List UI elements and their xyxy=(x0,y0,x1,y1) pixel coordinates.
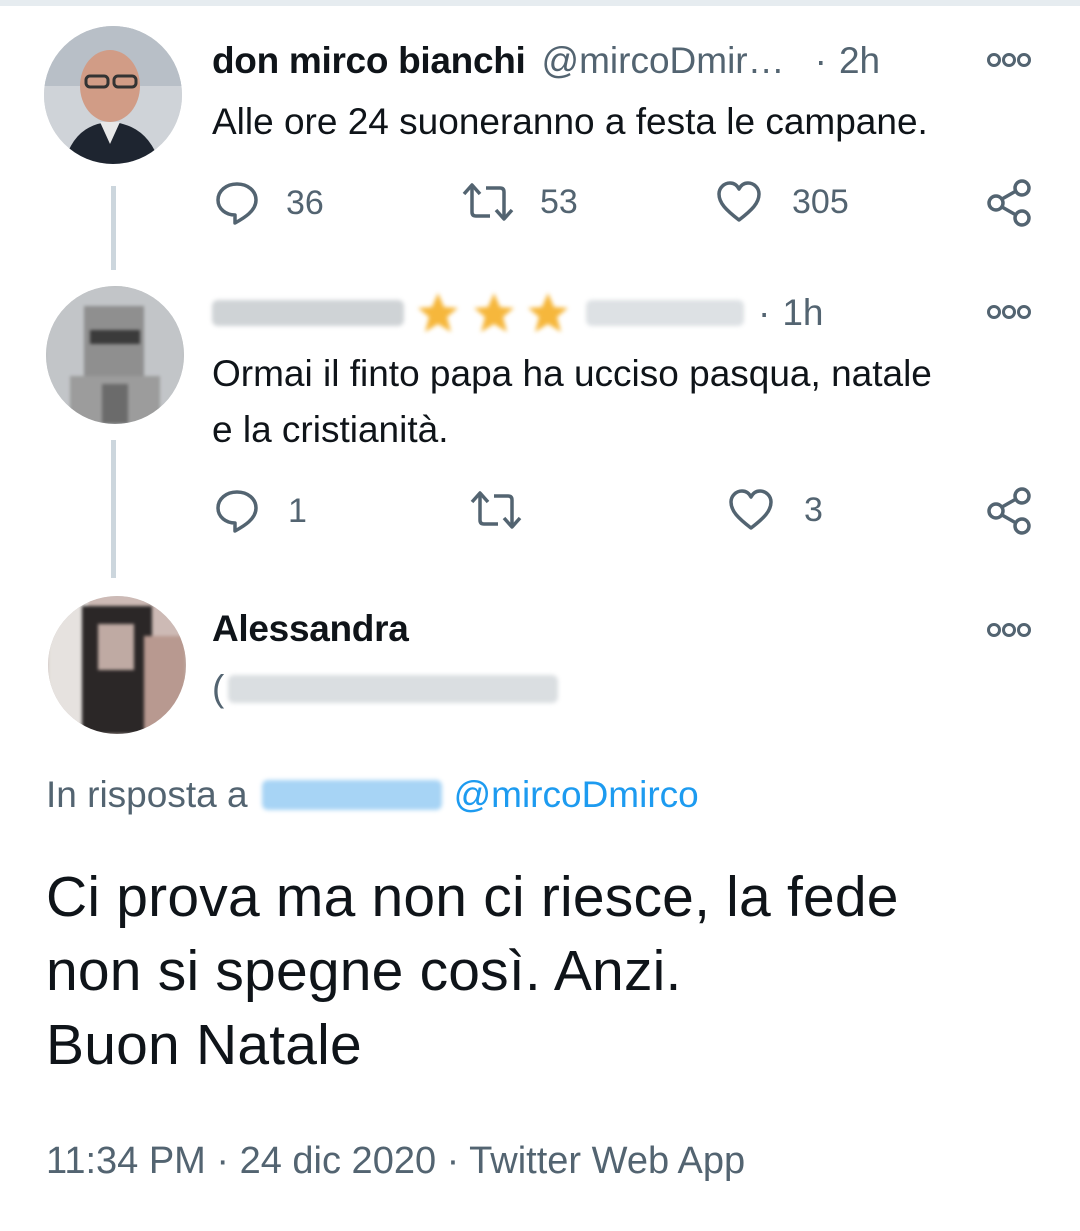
author-handle-redacted[interactable] xyxy=(586,300,744,326)
share-button[interactable] xyxy=(986,486,1034,536)
retweet-icon xyxy=(470,491,522,529)
tweet-header: · 1h xyxy=(212,288,823,338)
retweet-button[interactable]: 53 xyxy=(460,180,578,224)
tweet-timestamp[interactable]: 11:34 PM · 24 dic 2020 · Twitter Web App xyxy=(46,1140,745,1183)
author-handle-redacted[interactable] xyxy=(228,675,559,703)
avatar[interactable] xyxy=(46,286,184,424)
separator: · xyxy=(814,40,827,81)
heart-icon xyxy=(729,489,773,530)
tweet-main-text: Ci prova ma non ci riesce, la fede non s… xyxy=(46,865,899,1077)
thread-line xyxy=(111,186,116,270)
like-count: 305 xyxy=(792,182,849,221)
reply-count: 36 xyxy=(286,183,324,222)
retweet-icon xyxy=(462,183,514,221)
tweet-text: Alle ore 24 suoneranno a festa le campan… xyxy=(212,101,928,142)
retweet-count: 53 xyxy=(540,182,578,221)
share-button[interactable] xyxy=(986,178,1034,228)
avatar[interactable] xyxy=(44,26,182,164)
tweet-time[interactable]: 1h xyxy=(782,292,823,334)
reply-prefix: In risposta a xyxy=(46,774,248,815)
author-name-redacted[interactable] xyxy=(212,300,404,326)
reply-button[interactable]: 1 xyxy=(214,488,307,534)
reply-icon xyxy=(216,490,258,533)
star-emoji-icon xyxy=(418,293,568,332)
more-options-icon[interactable] xyxy=(986,50,1032,70)
author-handle[interactable]: @mircoDmir… xyxy=(542,40,785,82)
share-icon xyxy=(987,179,1031,227)
top-divider xyxy=(0,0,1080,6)
reply-mention[interactable]: @mircoDmirco xyxy=(454,774,699,816)
share-icon xyxy=(987,487,1031,535)
author-name[interactable]: don mirco bianchi xyxy=(212,40,526,82)
tweet-time[interactable]: 2h xyxy=(839,40,880,82)
reply-mention-redacted[interactable] xyxy=(261,780,442,810)
reply-button[interactable]: 36 xyxy=(214,180,324,226)
more-options-icon[interactable] xyxy=(986,620,1032,640)
author-name[interactable]: Alessandra xyxy=(212,608,409,650)
avatar[interactable] xyxy=(48,596,186,734)
like-button[interactable]: 3 xyxy=(728,488,823,532)
like-button[interactable]: 305 xyxy=(716,180,849,224)
tweet-header: don mirco bianchi @mircoDmir… · 2h xyxy=(212,36,880,86)
reply-icon xyxy=(216,182,258,225)
like-count: 3 xyxy=(804,490,823,529)
thread-line xyxy=(111,440,116,578)
tweet-header: Alessandra xyxy=(212,604,409,654)
more-options-icon[interactable] xyxy=(986,302,1032,322)
heart-icon xyxy=(717,181,761,222)
retweet-button[interactable] xyxy=(468,488,524,532)
author-handle-row: ( xyxy=(212,664,559,714)
reply-context: In risposta a @mircoDmirco xyxy=(46,774,699,816)
separator: · xyxy=(758,292,771,333)
tweet-text: Ormai il finto papa ha ucciso pasqua, na… xyxy=(212,353,932,450)
handle-prefix: ( xyxy=(212,668,225,709)
reply-count: 1 xyxy=(288,491,307,530)
